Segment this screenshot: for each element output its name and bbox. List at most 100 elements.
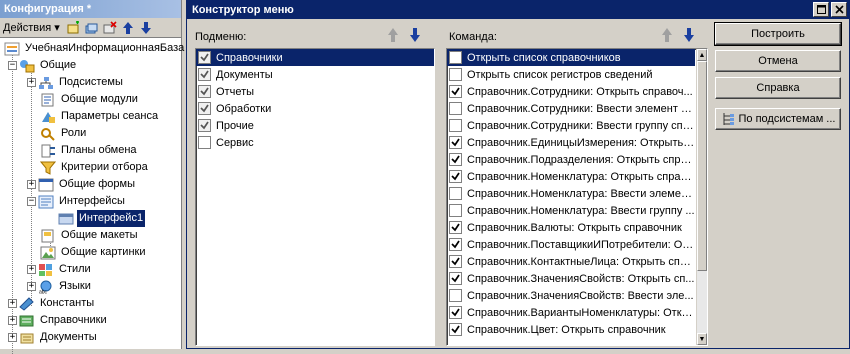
checkbox[interactable] (449, 272, 462, 285)
move-down-icon[interactable] (138, 20, 154, 36)
tree-node-common-pictures[interactable]: Общие картинки (40, 244, 148, 261)
tree-node-subsystems[interactable]: + Подсистемы (27, 74, 125, 91)
tree-node-languages[interactable]: + abc Языки (27, 278, 93, 295)
tree-node-common-forms[interactable]: + Общие формы (27, 176, 137, 193)
submenu-list[interactable]: Справочники Документы Отчеты Обработки П… (195, 48, 435, 346)
expand-icon[interactable]: + (27, 265, 36, 274)
build-button[interactable]: Построить (714, 22, 842, 46)
list-item[interactable]: Справочник.Сотрудники: Ввести элемент с.… (447, 100, 695, 117)
tree-node-root[interactable]: УчебнаяИнформационнаяБаза (4, 40, 186, 57)
expand-icon[interactable]: + (27, 180, 36, 189)
checkbox[interactable] (449, 238, 462, 251)
list-item[interactable]: Справочник.Номенклатура: Ввести элемен..… (447, 185, 695, 202)
list-item[interactable]: Сервис (196, 134, 434, 151)
checkbox[interactable] (449, 306, 462, 319)
expand-icon[interactable]: + (27, 282, 36, 291)
expand-icon[interactable]: + (8, 333, 17, 342)
tree-node-common-templates[interactable]: Общие макеты (40, 227, 140, 244)
delete-icon[interactable] (102, 20, 118, 36)
form-icon (38, 178, 54, 191)
list-item[interactable]: Справочник.Номенклатура: Открыть справ..… (447, 168, 695, 185)
cancel-button[interactable]: Отмена (715, 50, 841, 72)
list-item[interactable]: Справочник.ЗначенияСвойств: Ввести эле..… (447, 287, 695, 304)
tree-node-catalogs[interactable]: + Справочники (8, 312, 109, 329)
tree-node-exchange-plans[interactable]: Планы обмена (40, 142, 139, 159)
add-group-icon[interactable] (84, 20, 100, 36)
list-item[interactable]: Открыть список регистров сведений (447, 66, 695, 83)
submenu-move-up-button[interactable] (387, 27, 399, 46)
close-button[interactable] (831, 2, 847, 17)
tree-node-styles[interactable]: + Стили (27, 261, 93, 278)
list-item[interactable]: Справочник.Цвет: Открыть справочник (447, 321, 695, 338)
command-move-down-button[interactable] (683, 27, 695, 46)
dialog-title: Конструктор меню (192, 4, 294, 16)
list-item[interactable]: Справочник.ЗначенияСвойств: Открыть сп..… (447, 270, 695, 287)
checkbox[interactable] (198, 119, 211, 132)
list-item[interactable]: Справочник.ПоставщикиИПотребители: От... (447, 236, 695, 253)
subsystems-icon (39, 76, 53, 89)
scroll-thumb[interactable] (697, 61, 707, 271)
checkbox[interactable] (449, 136, 462, 149)
tree-node-common[interactable]: − Общие (8, 57, 78, 74)
checkbox[interactable] (449, 85, 462, 98)
checkbox[interactable] (449, 153, 462, 166)
filter-criteria-icon (40, 161, 56, 175)
checkbox[interactable] (198, 85, 211, 98)
checkbox[interactable] (449, 119, 462, 132)
list-item[interactable]: Прочие (196, 117, 434, 134)
tree-node-session-params[interactable]: Параметры сеанса (40, 108, 160, 125)
command-move-up-button[interactable] (661, 27, 673, 46)
list-item[interactable]: Справочники (196, 49, 434, 66)
list-item[interactable]: Справочник.Сотрудники: Открыть справоч..… (447, 83, 695, 100)
tree-node-filter-criteria[interactable]: Критерии отбора (40, 159, 150, 176)
checkbox[interactable] (449, 170, 462, 183)
checkbox[interactable] (449, 102, 462, 115)
checkbox[interactable] (449, 255, 462, 268)
checkbox[interactable] (449, 221, 462, 234)
list-item[interactable]: Отчеты (196, 83, 434, 100)
tree-node-documents[interactable]: + Документы (8, 329, 99, 346)
actions-menu[interactable]: Действия ▾ (3, 21, 60, 34)
list-item[interactable]: Справочник.КонтактныеЛица: Открыть спр..… (447, 253, 695, 270)
collapse-icon[interactable]: − (8, 61, 17, 70)
list-item[interactable]: Справочник.ЕдиницыИзмерения: Открыть ... (447, 134, 695, 151)
add-icon[interactable] (66, 20, 82, 36)
checkbox[interactable] (198, 68, 211, 81)
by-subsystems-button[interactable]: По подсистемам ... (715, 108, 841, 130)
collapse-icon[interactable]: − (27, 197, 36, 206)
tree-node-interfaces[interactable]: − Интерфейсы (27, 193, 127, 210)
help-button[interactable]: Справка (715, 77, 841, 99)
list-item[interactable]: Справочник.ВариантыНоменклатуры: Откр... (447, 304, 695, 321)
scroll-down-button[interactable]: ▼ (697, 333, 707, 345)
list-item[interactable]: Открыть список справочников (447, 49, 695, 66)
maximize-button[interactable] (813, 2, 829, 17)
checkbox[interactable] (198, 136, 211, 149)
checkbox[interactable] (449, 204, 462, 217)
scroll-up-button[interactable]: ▲ (697, 49, 707, 61)
move-up-icon[interactable] (120, 20, 136, 36)
checkbox[interactable] (449, 187, 462, 200)
checkbox[interactable] (198, 102, 211, 115)
list-item[interactable]: Справочник.Сотрудники: Ввести группу спр… (447, 117, 695, 134)
tree-node-interface1[interactable]: Интерфейс1 (58, 210, 146, 227)
checkbox[interactable] (198, 51, 211, 64)
submenu-move-down-button[interactable] (409, 27, 421, 46)
expand-icon[interactable]: + (8, 299, 17, 308)
checkbox[interactable] (449, 289, 462, 302)
checkbox[interactable] (449, 323, 462, 336)
list-item[interactable]: Справочник.Валюты: Открыть справочник (447, 219, 695, 236)
tree-node-constants[interactable]: + Константы (8, 295, 96, 312)
expand-icon[interactable]: + (8, 316, 17, 325)
list-item[interactable]: Справочник.Подразделения: Открыть справ.… (447, 151, 695, 168)
list-item[interactable]: Обработки (196, 100, 434, 117)
checkbox[interactable] (449, 51, 462, 64)
checkbox[interactable] (449, 68, 462, 81)
tree-node-roles[interactable]: Роли (40, 125, 88, 142)
template-icon (41, 229, 54, 242)
expand-icon[interactable]: + (27, 78, 36, 87)
list-item[interactable]: Справочник.Номенклатура: Ввести группу .… (447, 202, 695, 219)
tree-node-common-modules[interactable]: Общие модули (40, 91, 140, 108)
command-list[interactable]: Открыть список справочников Открыть списо… (446, 48, 708, 346)
list-item[interactable]: Документы (196, 66, 434, 83)
command-list-scrollbar[interactable]: ▲ ▼ (696, 49, 707, 345)
